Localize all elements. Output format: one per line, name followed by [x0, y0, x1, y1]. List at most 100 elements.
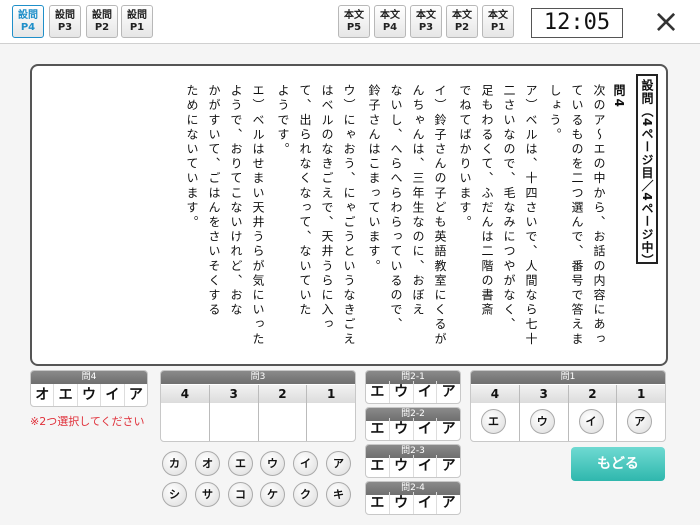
choice-circle[interactable]: コ	[228, 482, 253, 507]
question-line: 足もわるくて、ふだんは二階の書斎	[480, 84, 494, 318]
grid-column-number: 3	[210, 385, 259, 403]
grid-header: 問4	[31, 371, 147, 384]
question-line: ようです。	[276, 84, 290, 157]
answer-option[interactable]: ア	[437, 455, 460, 477]
tab-label: 本文	[344, 10, 364, 21]
answer-option[interactable]: エ	[366, 381, 390, 403]
tab-text-p1[interactable]: 本文 P1	[482, 5, 514, 38]
question-line: ア）ベルは、十四さいで、人間なら七十	[524, 84, 538, 347]
tab-page: P2	[454, 22, 470, 33]
tab-question-p2[interactable]: 設問 P2	[86, 5, 118, 38]
answer-chip[interactable]: イ	[578, 409, 604, 434]
answer-option[interactable]: イ	[414, 455, 438, 477]
choice-circle[interactable]: ク	[293, 482, 318, 507]
answer-option[interactable]: イ	[101, 384, 125, 406]
question-line: しょう。	[548, 84, 562, 143]
answer-grid-q1: 問1 4 3 2 1 エ ウ イ ア	[470, 370, 666, 442]
tab-question-p4[interactable]: 設問 P4	[12, 5, 44, 38]
grid-column-number: 3	[520, 385, 569, 403]
answer-grid-q2-3: 問2-3 エ ウ イ ア	[365, 444, 461, 478]
answer-slot[interactable]: エ	[471, 403, 520, 441]
grid-column-number: 4	[161, 385, 210, 403]
tab-text-p2[interactable]: 本文 P2	[446, 5, 478, 38]
answer-chip[interactable]: ア	[627, 409, 653, 434]
grid-column-number: 4	[471, 385, 520, 403]
answer-slot[interactable]: ア	[617, 403, 665, 441]
tab-page: P4	[382, 22, 398, 33]
answer-option[interactable]: ア	[437, 418, 460, 440]
close-icon[interactable]: ×	[648, 4, 684, 40]
tab-label: 本文	[452, 10, 472, 21]
answer-option[interactable]: イ	[414, 418, 438, 440]
grid-header: 問3	[161, 371, 355, 384]
question-line: はベルのなきごえで、天井うらに入っ	[320, 84, 334, 333]
tab-page: P3	[418, 22, 434, 33]
answer-slot[interactable]	[259, 403, 308, 441]
tab-page: P1	[490, 22, 506, 33]
answer-option[interactable]: エ	[366, 455, 390, 477]
choice-circle[interactable]: サ	[195, 482, 220, 507]
answer-option[interactable]: オ	[31, 384, 55, 406]
answer-option[interactable]: ウ	[390, 418, 414, 440]
tab-question-p1[interactable]: 設問 P1	[121, 5, 153, 38]
choice-circle[interactable]: イ	[293, 451, 318, 476]
choice-circle[interactable]: キ	[326, 482, 351, 507]
question-line: ているものを二つ選んで、番号で答えま	[570, 84, 584, 347]
choice-circle[interactable]: ア	[326, 451, 351, 476]
answer-slot[interactable]: イ	[569, 403, 618, 441]
answer-slot[interactable]	[210, 403, 259, 441]
back-button[interactable]: もどる	[571, 447, 665, 481]
question-line: ウ）にゃおう、にゃごうというなきごえ	[342, 84, 356, 347]
choice-circle[interactable]: エ	[228, 451, 253, 476]
answer-option[interactable]: ウ	[390, 455, 414, 477]
question-title-tab: 設問（4ページ目／4ページ中）	[636, 74, 658, 267]
tab-label: 設問	[55, 10, 75, 21]
answer-chip[interactable]: ウ	[529, 409, 555, 434]
tab-label: 設問	[127, 10, 147, 21]
clock: 12:05	[531, 8, 623, 38]
choice-circle[interactable]: オ	[195, 451, 220, 476]
tab-page: P3	[57, 22, 73, 33]
answer-grid-q4: 問4 オ エ ウ イ ア	[30, 370, 148, 407]
answer-grid-q2-1: 問2-1 エ ウ イ ア	[365, 370, 461, 404]
answer-option[interactable]: ウ	[390, 492, 414, 514]
answer-option[interactable]: ア	[437, 492, 460, 514]
tab-text-p5[interactable]: 本文 P5	[338, 5, 370, 38]
answer-option[interactable]: エ	[54, 384, 78, 406]
tab-question-p3[interactable]: 設問 P3	[49, 5, 81, 38]
answer-chip[interactable]: エ	[481, 409, 506, 434]
grid-column-number: 1	[636, 387, 646, 401]
question-number: 問4	[612, 84, 626, 110]
answer-slot[interactable]: ウ	[520, 403, 569, 441]
answer-option[interactable]: エ	[366, 418, 390, 440]
question-line: て、出られなくなって、ないていた	[298, 84, 312, 318]
tab-text-p4[interactable]: 本文 P4	[374, 5, 406, 38]
answer-option[interactable]: ア	[437, 381, 460, 403]
tab-label: 本文	[488, 10, 508, 21]
grid-column-number: 1	[326, 387, 336, 401]
answer-option[interactable]: エ	[366, 492, 390, 514]
choice-circle[interactable]: ケ	[260, 482, 285, 507]
choice-circle[interactable]: ウ	[260, 451, 285, 476]
tab-text-p3[interactable]: 本文 P3	[410, 5, 442, 38]
tab-label: 本文	[416, 10, 436, 21]
top-bar: 設問 P4 設問 P3 設問 P2 設問 P1 本文 P5 本文 P4 本文 P…	[0, 0, 700, 44]
question-line: かがすいて、ごはんをさいそくする	[207, 84, 221, 318]
question-line: イ）鈴子さんの子ども英語教室にくるが	[433, 84, 447, 347]
answer-slot[interactable]	[161, 403, 210, 441]
choice-circle[interactable]: カ	[162, 451, 187, 476]
answer-option[interactable]: イ	[414, 492, 438, 514]
tab-page: P1	[129, 22, 145, 33]
answer-option[interactable]: イ	[414, 381, 438, 403]
tab-label: 設問	[92, 10, 112, 21]
answer-grid-q3: 問3 4 3 2 1	[160, 370, 356, 442]
grid-column-number: 2	[569, 385, 618, 403]
answer-grid-q2-4: 問2-4 エ ウ イ ア	[365, 481, 461, 515]
tab-page: P4	[20, 22, 36, 33]
answer-option[interactable]: ウ	[78, 384, 102, 406]
answer-grid-q2-2: 問2-2 エ ウ イ ア	[365, 407, 461, 441]
choice-circle[interactable]: シ	[162, 482, 187, 507]
answer-option[interactable]: ウ	[390, 381, 414, 403]
answer-slot[interactable]	[307, 403, 355, 441]
answer-option[interactable]: ア	[125, 384, 147, 406]
